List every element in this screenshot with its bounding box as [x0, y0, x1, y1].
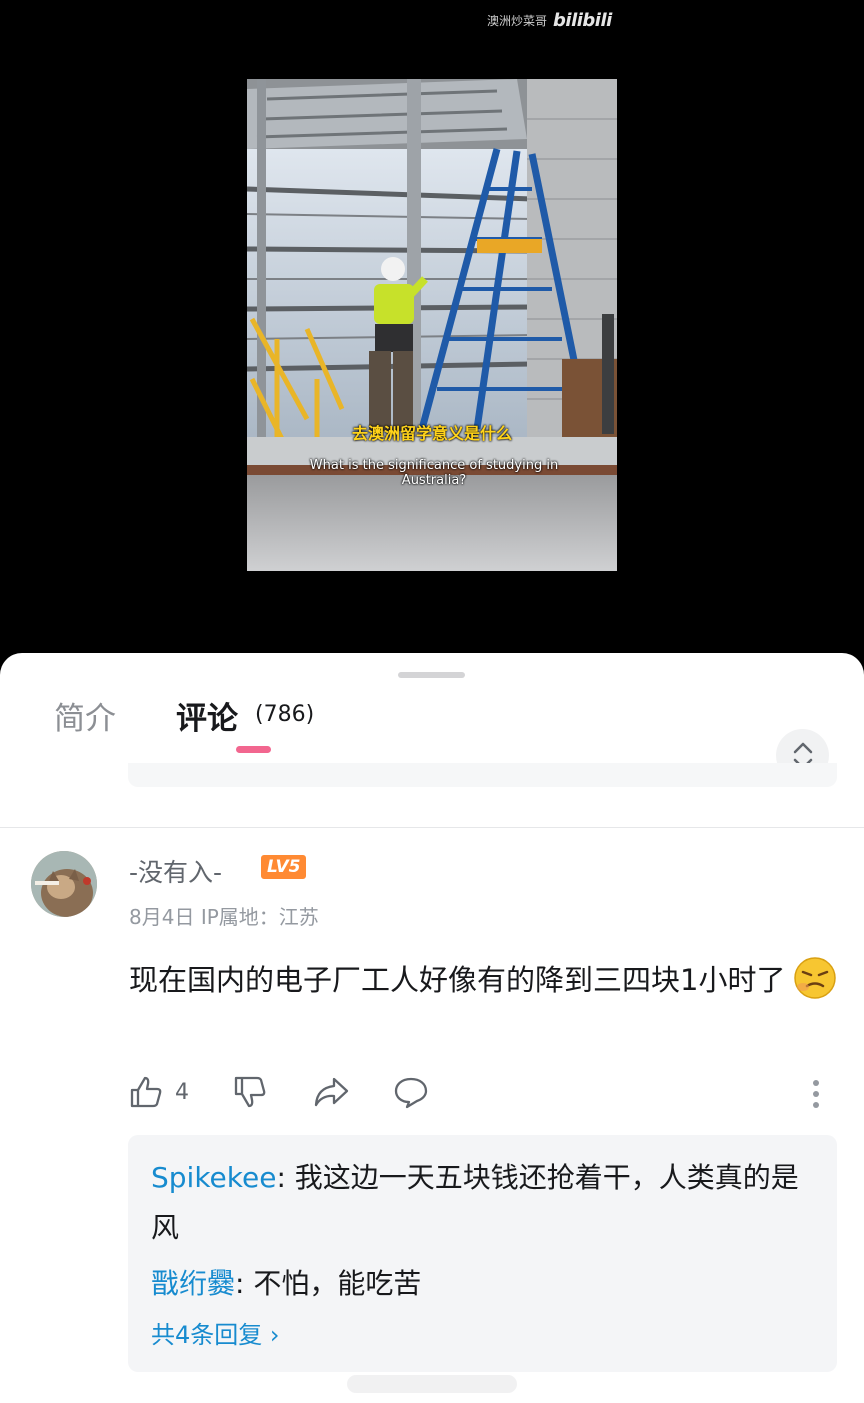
comments-count: (786)	[255, 702, 315, 727]
previous-reply-panel-edge	[128, 763, 837, 787]
hmph-emoji-icon	[793, 956, 837, 1000]
reply-item[interactable]: 戬绗爨: 不怕，能吃苦	[151, 1259, 821, 1309]
view-all-replies-link[interactable]: 共4条回复 ›	[151, 1315, 280, 1350]
level-badge: LV5	[261, 855, 307, 879]
cat-avatar-icon	[31, 851, 97, 917]
like-count: 4	[175, 1079, 189, 1105]
thumbs-up-icon	[130, 1076, 162, 1108]
subtitle-chinese: 去澳洲留学意义是什么	[351, 424, 512, 443]
comment-meta: 8月4日 IP属地：江苏	[129, 901, 319, 930]
dislike-button[interactable]	[233, 1075, 267, 1109]
comment-text: 现在国内的电子厂工人好像有的降到三四块1小时了	[129, 963, 786, 997]
share-icon	[314, 1077, 349, 1107]
section-divider	[0, 827, 864, 828]
comment-username[interactable]: -没有入-	[129, 853, 222, 889]
more-vertical-icon	[813, 1080, 819, 1108]
active-tab-indicator	[236, 746, 271, 753]
share-button[interactable]	[313, 1075, 349, 1109]
bilibili-logo: bilibili	[553, 10, 612, 31]
speech-bubble-icon	[394, 1077, 428, 1109]
more-options-button[interactable]	[811, 1079, 821, 1113]
avatar[interactable]	[31, 851, 97, 917]
tab-comments[interactable]: 评论	[176, 693, 238, 738]
reply-item[interactable]: Spikekee: 我这边一天五块钱还抢着干，人类真的是风	[151, 1153, 821, 1253]
tab-intro[interactable]: 简介	[54, 693, 116, 738]
subtitle-english: What is the significance of studying in …	[309, 458, 559, 488]
watermark-uploader: 澳洲炒菜哥	[487, 14, 548, 28]
reply-username[interactable]: 戬绗爨	[151, 1267, 235, 1300]
reply-separator: :	[276, 1161, 286, 1194]
home-indicator[interactable]	[347, 1375, 517, 1393]
thumbs-down-icon	[234, 1076, 266, 1108]
comment-actions: 4	[129, 1075, 829, 1115]
video-player[interactable]: 澳洲炒菜哥 bilibili 去澳洲留学意义是什么 What is the si…	[0, 0, 864, 660]
reply-button[interactable]	[393, 1075, 429, 1109]
tab-bar: 简介 评论 (786)	[0, 693, 864, 782]
comment-date: 8月4日	[129, 905, 195, 929]
construction-site-scene	[247, 79, 617, 571]
drag-handle[interactable]	[398, 672, 465, 678]
like-button[interactable]: 4	[129, 1075, 189, 1109]
video-frame[interactable]: 去澳洲留学意义是什么 What is the significance of s…	[247, 79, 617, 571]
replies-panel: Spikekee: 我这边一天五块钱还抢着干，人类真的是风 戬绗爨: 不怕，能吃…	[128, 1135, 837, 1372]
ip-location: IP属地：江苏	[200, 905, 319, 929]
reply-text: 不怕，能吃苦	[244, 1267, 422, 1300]
comment-body: 现在国内的电子厂工人好像有的降到三四块1小时了	[129, 951, 841, 1009]
reply-username[interactable]: Spikekee	[151, 1161, 276, 1194]
video-watermark: 澳洲炒菜哥 bilibili	[487, 10, 612, 31]
comments-sheet: 简介 评论 (786) -没有入- LV5 8月4日 IP属地：江苏 现在国内的…	[0, 653, 864, 1403]
